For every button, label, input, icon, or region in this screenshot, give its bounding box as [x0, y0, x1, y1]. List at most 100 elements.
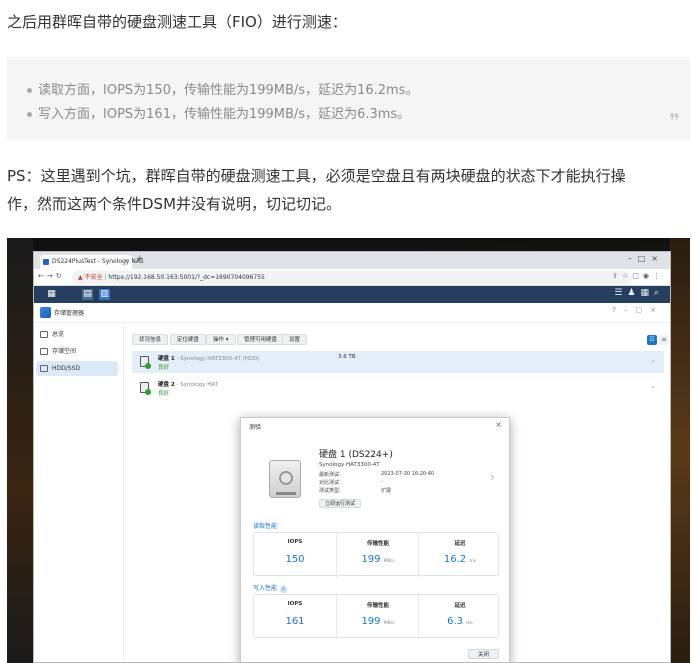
meta-value: - — [381, 479, 383, 485]
status-info-button[interactable]: 状况信息 — [132, 334, 169, 345]
drive-row-2[interactable]: 硬盘 2 - Synology HAT 良好 ⌄ — [132, 377, 664, 399]
read-metrics: IOPS 150 传输性能 199 MB/s 延迟 16.2 ms — [253, 532, 500, 577]
nav-buttons-icon[interactable]: ←→↻ — [38, 272, 65, 280]
hdd-image-icon — [269, 460, 301, 498]
read-label: 读取性能 — [253, 523, 278, 530]
dialog-title: 硬盘 1 (DS224+) — [319, 450, 393, 460]
meta-value: 扩展 — [381, 488, 392, 494]
dialog-header: 测验 — [249, 424, 262, 431]
dsm-menu-icon[interactable]: ▦ — [46, 289, 57, 300]
dsm-tray-icons[interactable]: ☰♟▦⌕ — [614, 288, 664, 298]
synology-favicon-icon — [43, 259, 49, 265]
write-throughput: 199 MB/s — [337, 616, 419, 627]
sidebar-item-overview[interactable]: 总览 — [36, 327, 118, 342]
settings-button[interactable]: 设置 — [282, 334, 308, 345]
window-controls-icon[interactable]: –□× — [628, 254, 664, 263]
chevron-down-icon[interactable]: ⌄ — [650, 382, 656, 390]
info-icon[interactable]: i — [280, 586, 288, 593]
read-result-text: 读取方面，IOPS为150，传输性能为199MB/s，延迟为16.2ms。 — [38, 83, 419, 98]
drive-status: 良好 — [158, 391, 170, 397]
drive-title: 硬盘 1 — [158, 356, 175, 362]
write-throughput-value: 199 — [361, 616, 381, 627]
read-section-label: 读取性能 — [253, 521, 277, 530]
wallpaper-left — [7, 238, 33, 663]
storage-manager-taskbar-icon[interactable]: ▥ — [99, 289, 110, 300]
write-metrics: IOPS 161 传输性能 199 MB/s 延迟 6.3 ms — [253, 594, 501, 639]
overview-icon — [40, 331, 48, 338]
healthy-check-icon — [145, 363, 151, 369]
ps-paragraph-line2: 作，然而这两个条件DSM并没有说明，切记切记。 — [7, 195, 342, 213]
read-iops-value: 150 — [285, 554, 305, 565]
write-iops-cell: IOPS 161 — [254, 595, 336, 639]
intro-paragraph: 之后用群晖自带的硬盘测速工具（FIO）进行测速： — [7, 13, 347, 31]
drive-capacity: 3.6 TB — [338, 354, 356, 360]
storage-manager-icon — [40, 307, 51, 318]
throughput-unit: MB/s — [383, 621, 395, 626]
close-icon[interactable]: × — [495, 420, 502, 429]
list-item: 写入方面，IOPS为161，传输性能为199MB/s，延迟为6.3ms。 — [27, 103, 410, 122]
throughput-label: 传输性能 — [366, 603, 389, 609]
screenshot-image: DS224PlusTest - Synology NAS × + –□× ←→↻… — [7, 238, 690, 663]
throughput-unit: MB/s — [383, 559, 395, 564]
healthy-check-icon — [145, 389, 151, 395]
latency-label: 延迟 — [454, 541, 466, 547]
read-throughput: 199 MB/s — [337, 554, 419, 565]
app-window-controls-icon[interactable]: ?–▢× — [612, 306, 664, 314]
browser-tab[interactable]: DS224PlusTest - Synology NAS × — [40, 255, 144, 269]
quote-mark-icon: ❞ — [669, 109, 680, 133]
meta-row: 测试类型: 扩展 — [319, 487, 391, 494]
address-bar[interactable]: ▲ 不安全 | https://192.168.50.163:5001/?_dc… — [72, 271, 632, 284]
sidebar-item-storage[interactable]: 存储空间 — [36, 344, 118, 359]
chevron-right-icon[interactable]: › — [490, 470, 495, 484]
tab-close-icon[interactable]: × — [124, 255, 129, 269]
meta-row: 最新测试: 2023-07-30 16:20:40 — [319, 471, 434, 478]
results-blockquote: 读取方面，IOPS为150，传输性能为199MB/s，延迟为16.2ms。 写入… — [7, 57, 690, 141]
drive-row-1[interactable]: 硬盘 1 - Synology HAT3300-4T (HDD) 良好 3.6 … — [132, 351, 664, 373]
read-iops-cell: IOPS 150 — [254, 533, 336, 577]
storage-manager-window: 存储管理器 ?–▢× 总览 存储空间 HDD/SSD 状况信息 定位硬盘 操作 … — [34, 303, 670, 662]
action-dropdown-button[interactable]: 操作 ▾ — [206, 334, 236, 345]
drive-model: - Synology HAT — [174, 382, 219, 388]
manage-drives-button[interactable]: 管理可用硬盘 — [237, 334, 285, 345]
write-result-text: 写入方面，IOPS为161，传输性能为199MB/s，延迟为6.3ms。 — [38, 107, 411, 122]
throughput-label: 传输性能 — [366, 541, 389, 547]
new-tab-icon[interactable]: + — [136, 254, 144, 264]
read-latency: 16.2 ms — [419, 554, 501, 565]
write-iops-value: 161 — [285, 616, 305, 627]
browser-tab-bar: DS224PlusTest - Synology NAS × + –□× — [34, 252, 670, 269]
tab-title: DS224PlusTest - Synology NAS — [52, 258, 144, 265]
locate-drive-button[interactable]: 定位硬盘 — [170, 334, 207, 345]
write-label: 写入性能 — [253, 585, 278, 592]
latency-unit: ms — [466, 621, 473, 626]
write-latency-value: 6.3 — [447, 616, 463, 627]
close-button[interactable]: 关闭 — [467, 649, 499, 659]
meta-key: 对比测试: — [319, 480, 341, 486]
meta-key: 最新测试: — [319, 472, 341, 478]
address-bar-row: ←→↻ ▲ 不安全 | https://192.168.50.163:5001/… — [34, 269, 670, 286]
latency-unit: ms — [469, 559, 477, 564]
drive-status: 良好 — [158, 365, 170, 371]
browser-actions-icon[interactable]: ⇪☆▢◉⋮ — [612, 272, 664, 280]
dsm-app-icon[interactable]: ▤ — [82, 289, 93, 300]
write-latency: 6.3 ms — [419, 616, 501, 627]
wallpaper-right — [670, 238, 690, 663]
run-test-button[interactable]: 立即运行测试 — [319, 499, 362, 508]
sidebar-item-hdd-ssd[interactable]: HDD/SSD — [36, 361, 118, 376]
meta-key: 测试类型: — [319, 488, 341, 494]
grid-view-icon[interactable]: ≡ — [659, 335, 669, 345]
drive-model: Synology HAT3300-4T — [319, 462, 380, 468]
sidebar-item-label: 存储空间 — [52, 348, 77, 355]
benchmark-dialog: 测验 × 硬盘 1 (DS224+) Synology HAT3300-4T 最… — [240, 417, 510, 662]
drive-model: - Synology HAT3300-4T (HDD) — [174, 356, 260, 362]
chevron-down-icon[interactable]: ⌄ — [650, 356, 656, 364]
iops-label: IOPS — [287, 601, 303, 607]
meta-row: 对比测试: - — [319, 479, 383, 486]
drive-name: 硬盘 2 - Synology HAT — [158, 380, 218, 388]
sidebar: 总览 存储空间 HDD/SSD — [34, 323, 124, 662]
list-view-icon[interactable]: ☷ — [647, 335, 657, 345]
read-latency-value: 16.2 — [443, 554, 467, 565]
sidebar-item-label: HDD/SSD — [52, 365, 81, 372]
storage-icon — [40, 348, 48, 355]
list-item: 读取方面，IOPS为150，传输性能为199MB/s，延迟为16.2ms。 — [27, 79, 418, 98]
read-latency-cell: 延迟 16.2 ms — [418, 533, 500, 577]
